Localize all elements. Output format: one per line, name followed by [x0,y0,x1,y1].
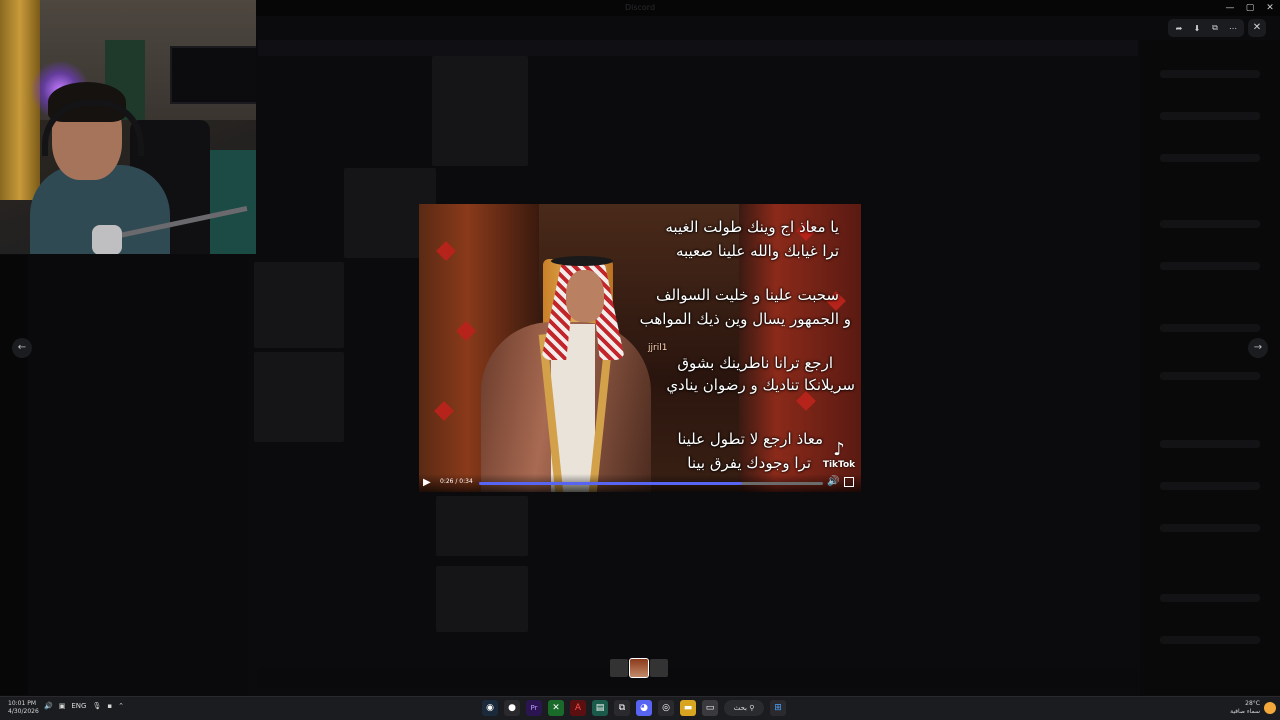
language-indicator[interactable]: ENG [71,702,86,710]
weather-widget[interactable]: 28°C سماء صافية [1230,700,1260,716]
video-progress-fill [479,482,743,485]
volume-icon[interactable]: 🔊 [44,702,53,710]
search-label: بحث [733,704,747,712]
maximize-button[interactable]: ▢ [1240,0,1260,16]
tiktok-label: TikTok [822,460,856,470]
dim-member [1160,262,1260,270]
discord-icon[interactable]: ◕ [636,700,652,716]
video-progress-bar[interactable] [479,482,823,485]
video-lyric-line: سريلانكا تناديك و رضوان ينادي [666,376,855,394]
taskbar-time: 10:01 PM [8,700,36,707]
obs-icon[interactable]: ● [504,700,520,716]
taskbar-clock[interactable]: 10:01 PM 4/30/2026 [8,700,39,716]
video-lyric-line: سحبت علينا و خليت السوالف [656,286,839,304]
sun-icon [1264,702,1276,714]
steam-icon[interactable]: ◉ [482,700,498,716]
close-window-button[interactable]: ✕ [1260,0,1280,16]
download-icon[interactable]: ⬇ [1190,24,1204,33]
video-lyric-line: ترا وجودك يفرق بينا [687,454,811,472]
task-view-icon[interactable]: ⧉ [614,700,630,716]
window-title: Discord [624,3,656,12]
dim-member [1160,594,1260,602]
dim-server-list [0,255,28,695]
app-icon[interactable]: ▤ [592,700,608,716]
windows-start-icon[interactable]: ⊞ [770,700,786,716]
taskbar-apps: ◉ ● Pr ✕ A ▤ ⧉ ◕ ◎ ▬ ▭ بحث ⚲ ⊞ [482,700,786,716]
video-lyric-line: و الجمهور يسال وين ذيك المواهب [639,310,851,328]
webcam-tv [170,46,256,104]
chevron-up-icon[interactable]: ⌃ [118,702,124,710]
video-time: 0:26 / 0:34 [440,478,473,485]
more-icon[interactable]: ⋯ [1226,24,1240,33]
tiktok-handle: jjril1 [648,343,668,353]
dim-message-input [258,668,1138,688]
fullscreen-button[interactable] [844,477,854,487]
screen: Discord — ▢ ✕ ➦ ⬇ ⧉ ⋯ ✕ ← → يا معاذ اج و… [0,0,1280,720]
webcam-microphone [92,225,122,254]
taskbar-date: 4/30/2026 [8,708,39,715]
tiktok-watermark: ♪ TikTok [819,439,859,471]
previous-media-button[interactable]: ← [12,338,32,358]
video-man-agal [551,256,613,266]
dim-member [1160,154,1260,162]
weather-temp: 28°C [1245,700,1260,707]
file-explorer-icon[interactable]: ▬ [680,700,696,716]
tray-app-icon[interactable]: ▪ [107,702,112,710]
volume-button[interactable]: 🔊 [827,476,839,487]
premiere-icon[interactable]: Pr [526,700,542,716]
dim-member [1160,440,1260,448]
dim-member [1160,372,1260,380]
dim-member [1160,112,1260,120]
dim-member [1160,70,1260,78]
video-lyric-line: يا معاذ اج وينك طولت الغيبه [665,218,839,236]
dim-member [1160,482,1260,490]
video-lyric-line: ترا غيابك والله علينا صعيبه [675,242,839,260]
dim-attachment [436,566,528,632]
video-controls: ▶ 0:26 / 0:34 🔊 [419,474,861,492]
network-icon[interactable]: ▣ [59,702,66,710]
video-man-face [566,270,604,322]
video-lyric-line: معاذ ارجع لا تطول علينا [677,430,823,448]
dim-attachment [436,496,528,556]
adobe-icon[interactable]: A [570,700,586,716]
dim-channel-list [28,255,248,695]
dim-member [1160,524,1260,532]
tiktok-logo-icon: ♪ [833,439,845,460]
search-icon: ⚲ [749,704,755,712]
next-media-button[interactable]: → [1248,338,1268,358]
media-filmstrip [610,658,670,678]
window-controls: — ▢ ✕ [1220,0,1280,16]
mic-icon[interactable]: 🎙 [92,702,101,710]
dim-member [1160,324,1260,332]
windows-taskbar: 10:01 PM 4/30/2026 🔊 ▣ ENG 🎙 ▪ ⌃ ◉ ● Pr … [0,696,1280,720]
notepad-icon[interactable]: ▭ [702,700,718,716]
dim-member [1160,636,1260,644]
media-viewer-toolbar: ➦ ⬇ ⧉ ⋯ [1168,19,1244,37]
video-player[interactable]: يا معاذ اج وينك طولت الغيبه ترا غيابك وا… [419,204,861,492]
webcam-overlay [0,0,256,254]
video-lyric-line: ارجع ترانا ناطرينك بشوق [677,354,833,372]
system-tray: 🔊 ▣ ENG 🎙 ▪ ⌃ [44,702,124,710]
dim-attachment [254,352,344,442]
filmstrip-thumbnail[interactable] [610,659,628,677]
chrome-icon[interactable]: ◎ [658,700,674,716]
dim-attachment [254,262,344,348]
filmstrip-thumbnail[interactable] [650,659,668,677]
minimize-button[interactable]: — [1220,0,1240,16]
xbox-icon[interactable]: ✕ [548,700,564,716]
dim-member [1160,220,1260,228]
viewer-close-button[interactable]: ✕ [1248,19,1266,37]
filmstrip-thumbnail-active[interactable] [629,658,649,678]
taskbar-search[interactable]: بحث ⚲ [724,700,764,716]
dim-channel-header [258,40,1138,56]
play-button[interactable]: ▶ [423,477,435,489]
open-external-icon[interactable]: ⧉ [1208,23,1222,33]
weather-desc: سماء صافية [1230,708,1260,715]
share-icon[interactable]: ➦ [1172,24,1186,33]
dim-attachment [432,56,528,166]
